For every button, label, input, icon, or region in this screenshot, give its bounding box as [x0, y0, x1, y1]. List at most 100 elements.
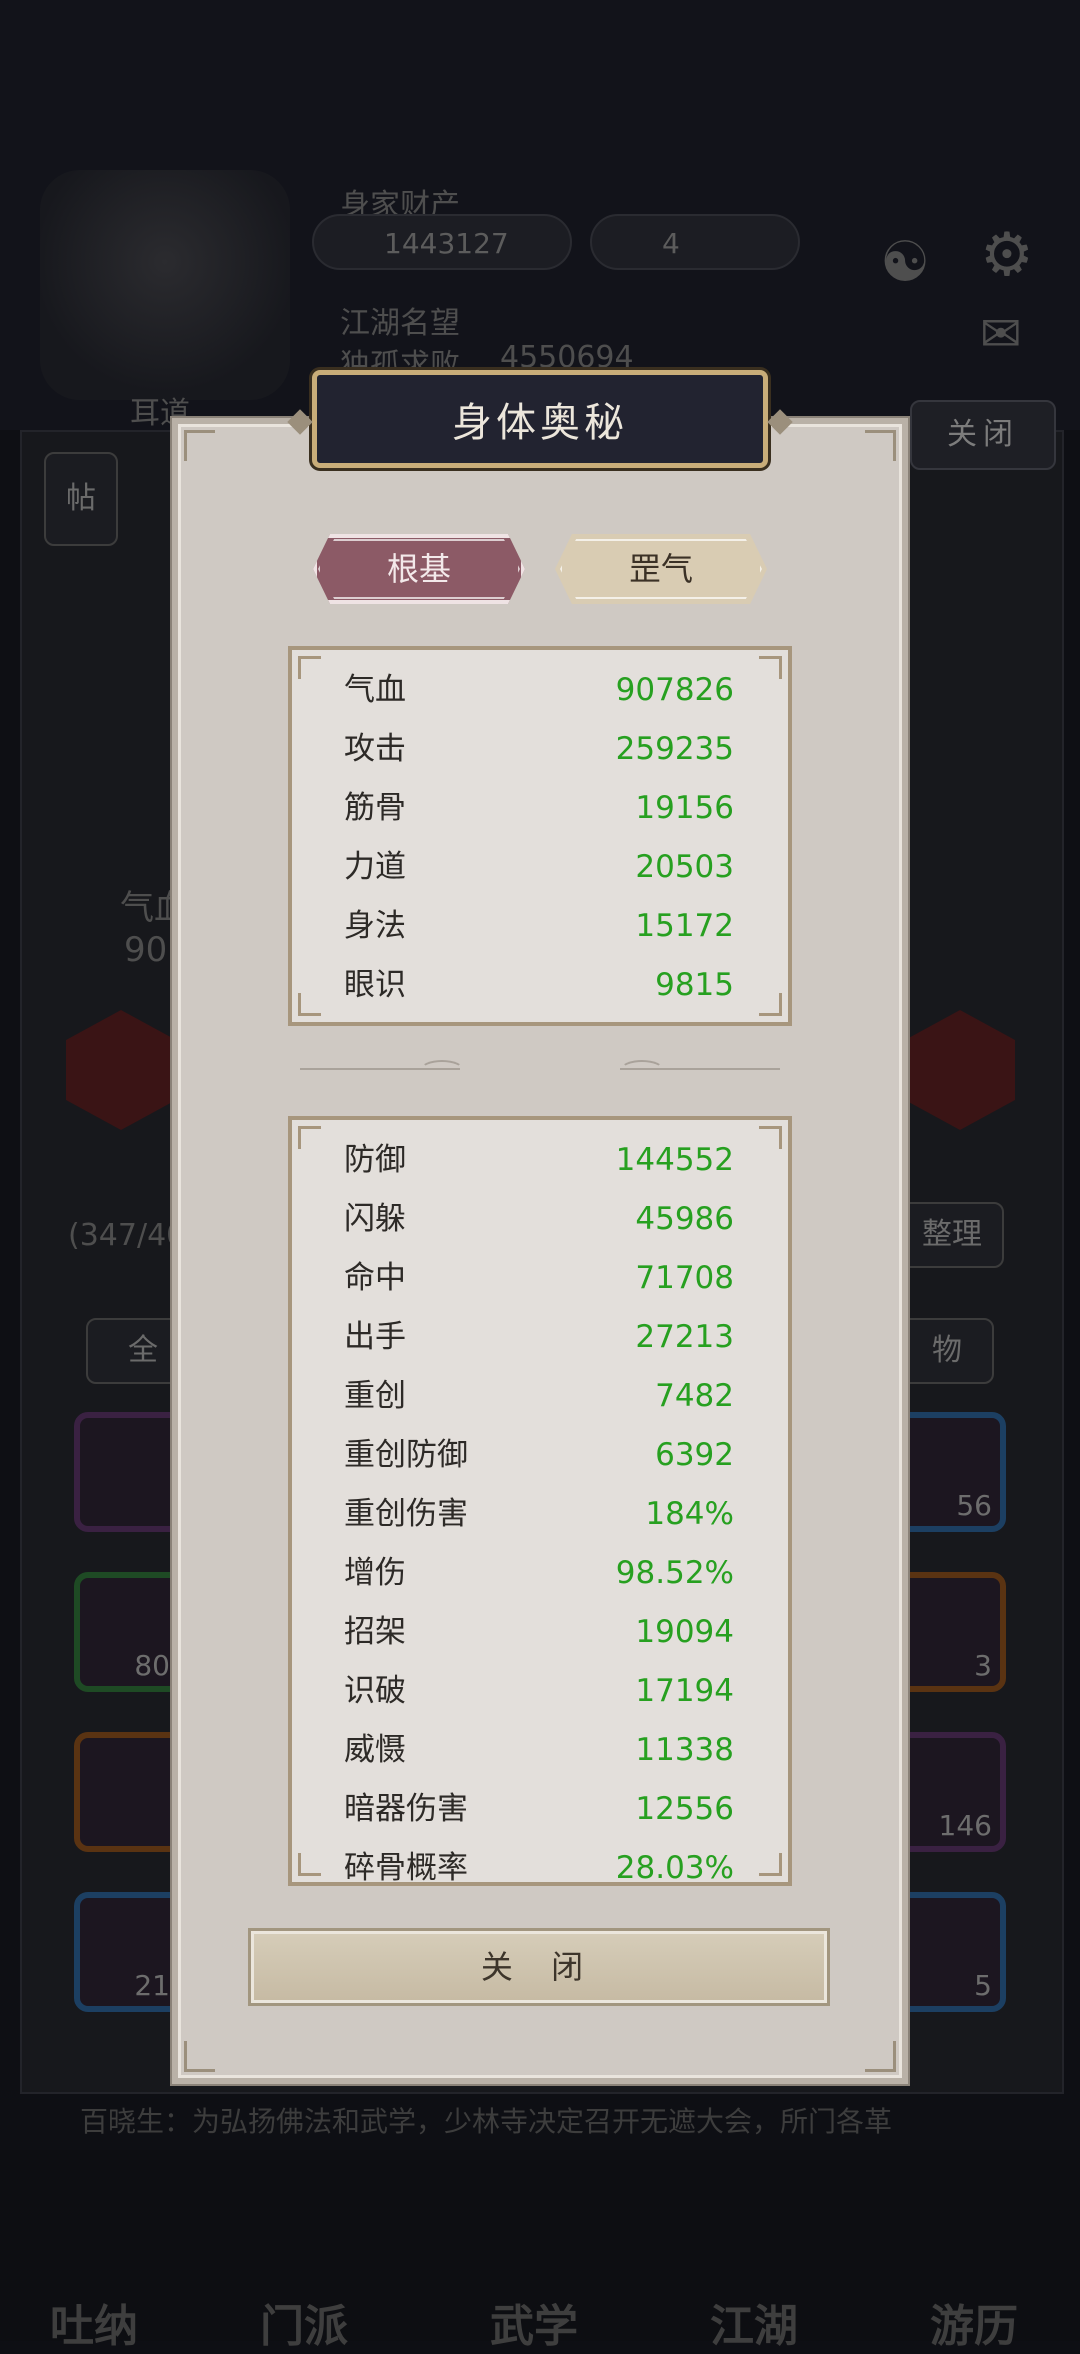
inventory-slot[interactable] [74, 1412, 184, 1532]
stat-value: 19156 [635, 790, 734, 826]
inventory-slot[interactable]: 5 [896, 1892, 1006, 2012]
stat-value: 9815 [655, 967, 734, 1003]
reputation-label: 江湖名望 [340, 306, 460, 341]
stat-value: 19094 [635, 1614, 734, 1650]
inventory-slot[interactable] [74, 1732, 184, 1852]
stat-label: 增伤 [344, 1555, 406, 1591]
stat-label: 闪躲 [344, 1201, 406, 1237]
filter-items-tab[interactable]: 物 [900, 1318, 994, 1384]
stat-label: 暗器伤害 [344, 1791, 468, 1827]
stat-value: 7482 [655, 1378, 734, 1414]
news-ticker: 百晓生：为弘扬佛法和武学，少林寺决定召开无遮大会，所门各革 [80, 2105, 893, 2138]
dialog-title: 身体奥秘 [312, 370, 768, 468]
stat-row: 命中 71708 [344, 1249, 734, 1307]
nav-wuxue[interactable]: 武学 [490, 2290, 578, 2354]
stat-value: 98.52% [615, 1555, 734, 1591]
frame-corner [759, 1853, 782, 1876]
frame-corner [298, 656, 321, 679]
frame-corner [759, 656, 782, 679]
stat-value: 259235 [615, 731, 734, 767]
stat-value: 6392 [655, 1437, 734, 1473]
avatar [40, 170, 290, 400]
stat-label: 重创伤害 [344, 1496, 468, 1532]
divider-ornament [420, 1060, 464, 1080]
stat-row: 身法 15172 [344, 897, 734, 955]
close-button[interactable]: 关 闭 [248, 1928, 830, 2006]
stat-value: 184% [645, 1496, 734, 1532]
nav-youli[interactable]: 游历 [930, 2290, 1018, 2354]
stat-value: 27213 [635, 1319, 734, 1355]
stat-row: 招架 19094 [344, 1603, 734, 1661]
frame-corner [759, 1126, 782, 1149]
tab-frame [560, 539, 762, 599]
stat-label: 重创防御 [344, 1437, 468, 1473]
stat-label: 眼识 [344, 967, 406, 1003]
stat-value: 71708 [635, 1260, 734, 1296]
stat-value: 12556 [635, 1791, 734, 1827]
inventory-slot[interactable]: 80 [74, 1572, 184, 1692]
nav-tuna[interactable]: 吐纳 [50, 2290, 138, 2354]
stat-value: 28.03% [615, 1850, 734, 1886]
hp-partial-value: 90 [124, 930, 168, 970]
inventory-slot[interactable]: 3 [896, 1572, 1006, 1692]
stat-value: 45986 [635, 1201, 734, 1237]
background-close-button[interactable]: 关闭 [910, 400, 1056, 470]
gear-icon[interactable]: ⚙ [980, 220, 1034, 290]
frame-corner [298, 993, 321, 1016]
frame-corner [298, 1126, 321, 1149]
stat-row: 攻击 259235 [344, 720, 734, 778]
stat-label: 攻击 [344, 731, 406, 767]
tab-gangqi[interactable]: 罡气 [555, 534, 767, 604]
stat-label: 威慑 [344, 1732, 406, 1768]
stat-label: 筋骨 [344, 790, 406, 826]
stat-label: 识破 [344, 1673, 406, 1709]
inventory-count: (347/40 [68, 1218, 186, 1253]
stat-label: 碎骨概率 [344, 1850, 468, 1886]
stat-row: 重创 7482 [344, 1367, 734, 1425]
stat-row: 防御 144552 [344, 1131, 734, 1189]
frame-corner [759, 993, 782, 1016]
stat-value: 17194 [635, 1673, 734, 1709]
advanced-stats-list[interactable]: 防御 144552 闪躲 45986 命中 71708 出手 27213 重创 7482 … [288, 1116, 792, 1886]
stat-value: 20503 [635, 849, 734, 885]
inventory-slot[interactable]: 21 [74, 1892, 184, 2012]
nav-menpai[interactable]: 门派 [260, 2290, 348, 2354]
stat-row: 闪躲 45986 [344, 1190, 734, 1248]
tab-genji[interactable]: 根基 [313, 534, 525, 604]
stat-row: 筋骨 19156 [344, 779, 734, 837]
base-stats-box: 气血 907826 攻击 259235 筋骨 19156 力道 20503 身法 1517… [288, 646, 792, 1026]
sort-button[interactable]: 整理 [900, 1202, 1004, 1268]
inventory-slot[interactable]: 56 [896, 1412, 1006, 1532]
frame-corner [865, 430, 896, 461]
stat-value: 144552 [615, 1142, 734, 1178]
frame-corner [298, 1853, 321, 1876]
stat-label: 招架 [344, 1614, 406, 1650]
stat-value: 907826 [615, 672, 734, 708]
mail-icon[interactable]: ✉ [980, 305, 1022, 363]
stat-label: 重创 [344, 1378, 406, 1414]
stat-row: 眼识 9815 [344, 956, 734, 1014]
tab-frame [318, 539, 520, 599]
yinyang-icon[interactable]: ☯ [880, 230, 930, 295]
stat-row: 重创伤害 184% [344, 1485, 734, 1543]
stat-row: 出手 27213 [344, 1308, 734, 1366]
stat-row: 暗器伤害 12556 [344, 1780, 734, 1838]
stat-row: 威慑 11338 [344, 1721, 734, 1779]
stat-row: 力道 20503 [344, 838, 734, 896]
stat-value: 11338 [635, 1732, 734, 1768]
stat-label: 出手 [344, 1319, 406, 1355]
stat-row: 气血 907826 [344, 661, 734, 719]
nav-jianghu[interactable]: 江湖 [710, 2290, 798, 2354]
divider-line [620, 1068, 780, 1070]
stat-label: 身法 [344, 908, 406, 944]
divider-ornament [620, 1060, 664, 1080]
frame-corner [184, 2041, 215, 2072]
inventory-slot[interactable]: 146 [896, 1732, 1006, 1852]
stat-label: 力道 [344, 849, 406, 885]
stat-label: 命中 [344, 1260, 406, 1296]
gem-counter: 4 [590, 214, 800, 270]
stat-label: 气血 [344, 672, 406, 708]
post-button[interactable]: 帖 [44, 452, 118, 546]
stat-row: 重创防御 6392 [344, 1426, 734, 1484]
stat-label: 防御 [344, 1142, 406, 1178]
